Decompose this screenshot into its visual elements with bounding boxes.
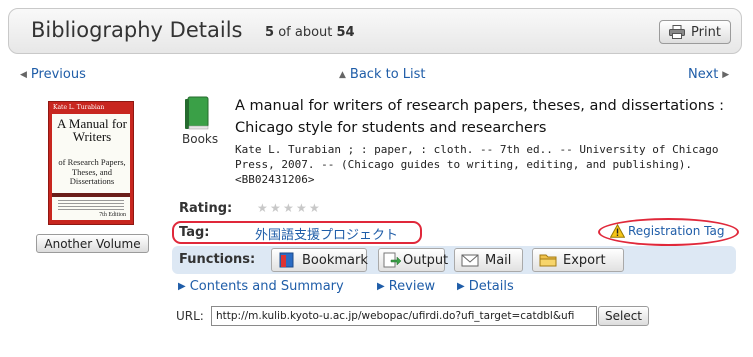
review-label: Review [388,279,436,294]
details-link[interactable]: ▶ Details [457,279,514,294]
warning-icon [609,223,626,238]
of-label: of about [278,25,333,40]
back-to-list-link[interactable]: ▲ Back to List [339,67,426,82]
registration-tag-link[interactable]: Registration Tag [609,223,725,238]
cover-title: A Manual for Writers [56,116,128,144]
cover-panel: A Manual for Writers of Research Papers,… [52,114,130,220]
page-header: Bibliography Details 5 of about 54 Print [8,8,742,54]
bookmark-icon [278,252,296,268]
cover-author: Kate L. Turabian [53,104,105,111]
triangle-up-icon: ▲ [339,69,346,80]
details-label: Details [468,279,514,294]
material-type-label: Books [182,132,219,146]
star-icon[interactable]: ★ [257,202,269,214]
printer-icon [669,25,686,39]
bookmark-button[interactable]: Bookmark [271,248,368,272]
contents-summary-label: Contents and Summary [189,279,344,294]
previous-label: Previous [30,67,86,82]
book-icon [184,96,210,130]
mail-label: Mail [485,252,512,268]
back-to-list-label: Back to List [349,67,426,82]
functions-label: Functions: [179,252,256,267]
total-count: 54 [336,25,355,40]
page-title: Bibliography Details [31,18,243,42]
output-icon [383,252,402,268]
book-cover[interactable]: Kate L. Turabian A Manual for Writers of… [48,101,134,225]
bookmark-label: Bookmark [302,252,368,268]
output-label: Output [403,252,449,268]
triangle-right-icon: ▶ [722,69,730,80]
url-label: URL: [176,309,204,323]
star-icon[interactable]: ★ [309,202,321,214]
record-description: Kate L. Turabian ; : paper, : cloth. -- … [235,143,719,186]
registration-tag-label: Registration Tag [628,224,725,238]
cover-band [52,193,130,197]
another-volume-button[interactable]: Another Volume [36,234,149,253]
print-label: Print [691,24,721,40]
contents-summary-link[interactable]: ▶ Contents and Summary [178,279,344,294]
arrow-right-icon: ▶ [377,281,385,292]
select-button[interactable]: Select [598,306,649,326]
output-button[interactable]: Output [378,248,449,272]
review-link[interactable]: ▶ Review [377,279,435,294]
url-field[interactable] [211,306,597,326]
cover-subtitle: of Research Papers, Theses, and Disserta… [58,157,126,186]
triangle-left-icon: ◀ [20,69,27,80]
export-label: Export [563,252,606,268]
star-icon[interactable]: ★ [296,202,308,214]
rating-stars[interactable]: ★ ★ ★ ★ ★ [257,202,321,214]
cover-fine-print [58,200,124,210]
functions-bar: Functions: Bookmark Output Mail Export [172,246,736,274]
result-position: 5 of about 54 [265,25,355,40]
previous-link[interactable]: ◀ Previous [20,67,86,82]
export-button[interactable]: Export [532,248,624,272]
mail-button[interactable]: Mail [454,248,523,272]
mail-icon [461,252,479,268]
cover-edition: 7th Edition [99,212,126,218]
folder-icon [539,252,557,268]
arrow-right-icon: ▶ [457,281,465,292]
current-index: 5 [265,25,275,40]
next-label: Next [688,67,719,82]
arrow-right-icon: ▶ [178,281,186,292]
star-icon[interactable]: ★ [283,202,295,214]
next-link[interactable]: Next ▶ [688,67,729,82]
tag-link[interactable]: 外国語支援プロジェクト [255,224,398,243]
record-title: A manual for writers of research papers,… [235,98,724,136]
star-icon[interactable]: ★ [270,202,282,214]
print-button[interactable]: Print [659,20,731,44]
rating-label: Rating: [179,201,233,216]
tag-label: Tag: [179,225,210,240]
